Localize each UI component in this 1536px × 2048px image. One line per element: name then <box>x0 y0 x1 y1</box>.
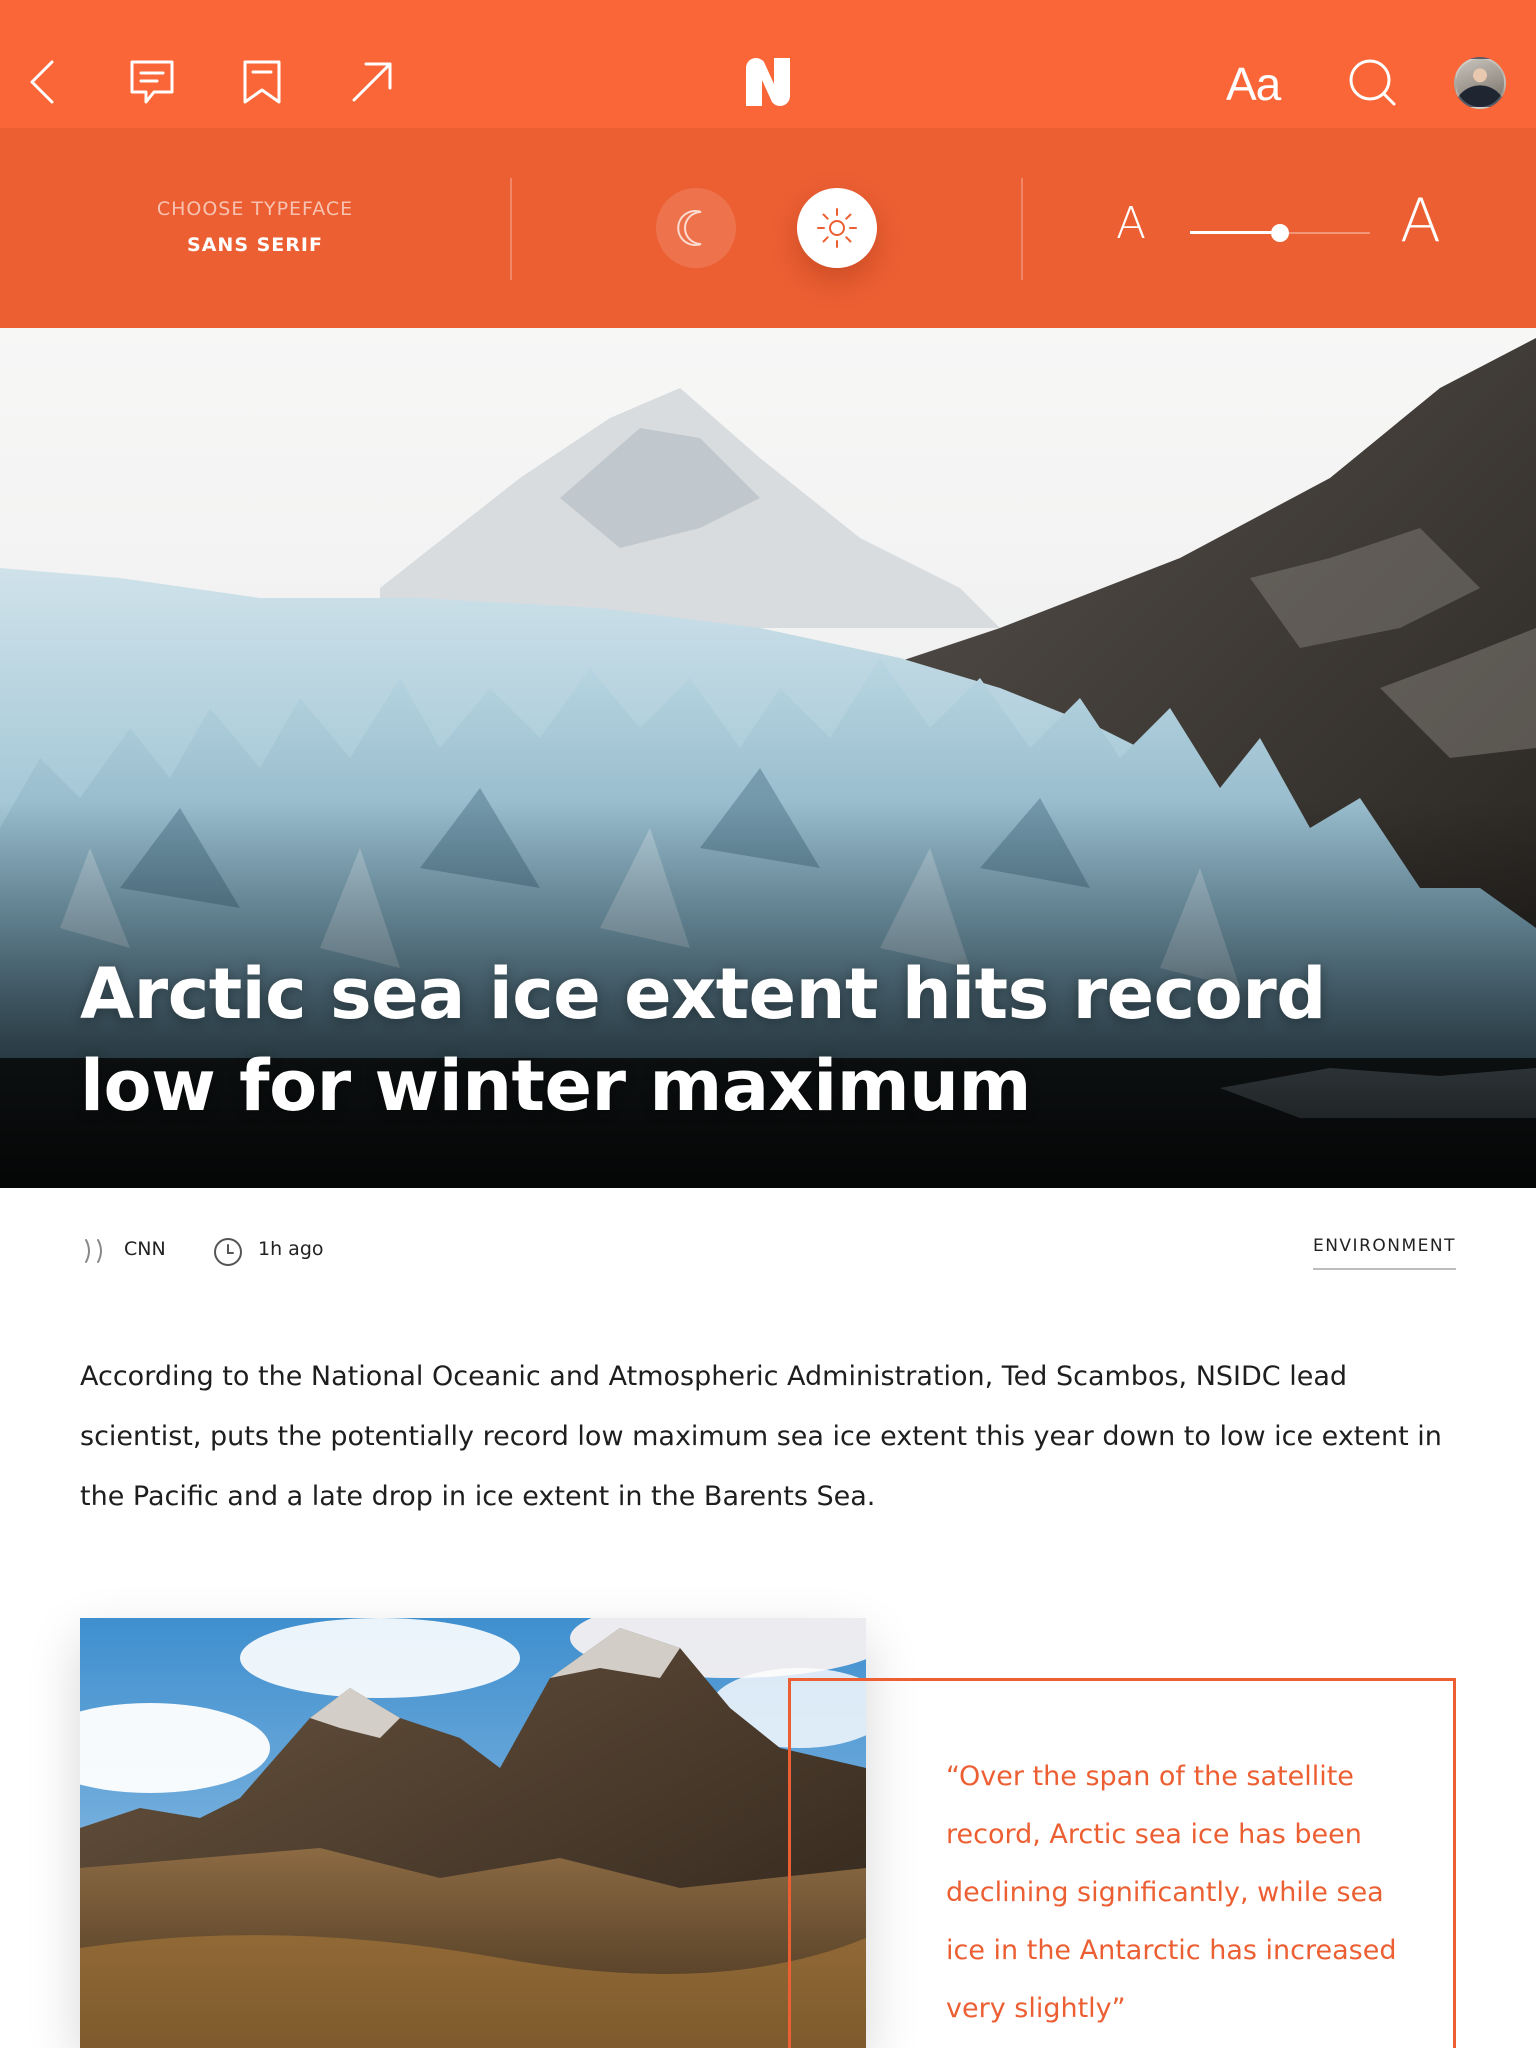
share-button[interactable] <box>334 44 410 120</box>
comment-icon <box>130 60 174 104</box>
slider-thumb[interactable] <box>1271 224 1289 242</box>
typeface-selector[interactable]: SANS SERIF <box>110 234 400 256</box>
font-size-small-label[interactable]: A <box>1116 196 1146 252</box>
search-icon <box>1349 59 1396 106</box>
mountain-photo <box>80 1618 866 2048</box>
article-meta: CNN 1h ago ENVIRONMENT <box>80 1232 1456 1272</box>
bookmark-icon <box>243 60 281 104</box>
hero-image: Arctic sea ice extent hits record low fo… <box>0 328 1536 1188</box>
article-category-tag[interactable]: ENVIRONMENT <box>1312 1236 1456 1270</box>
text-settings-button[interactable]: Aa <box>1226 54 1281 114</box>
inline-photo <box>80 1618 866 2048</box>
chevron-left-icon <box>30 60 54 104</box>
dark-mode-button[interactable] <box>656 188 736 268</box>
font-size-large-label[interactable]: A <box>1400 186 1441 256</box>
typeface-label: CHOOSE TYPEFACE <box>156 198 354 220</box>
source-icon <box>85 1239 102 1263</box>
search-button[interactable] <box>1334 44 1410 120</box>
settings-divider <box>510 178 512 280</box>
moon-icon <box>677 210 702 246</box>
article-body: According to the National Oceanic and At… <box>80 1361 1442 1512</box>
slider-fill <box>1190 231 1280 234</box>
top-navigation-bar: Aa <box>0 0 1536 128</box>
article-time: 1h ago <box>258 1238 324 1260</box>
article-source[interactable]: CNN <box>124 1238 166 1260</box>
reading-settings-panel: CHOOSE TYPEFACE SANS SERIF A A <box>0 128 1536 328</box>
light-mode-button[interactable] <box>797 188 877 268</box>
article-title: Arctic sea ice extent hits record low fo… <box>80 953 1326 1127</box>
back-button[interactable] <box>4 44 80 120</box>
share-arrow-icon <box>352 62 392 102</box>
font-size-slider[interactable] <box>1190 218 1370 248</box>
sun-icon <box>817 208 857 248</box>
user-avatar[interactable] <box>1454 57 1506 109</box>
clock-icon <box>214 1238 242 1266</box>
comments-button[interactable] <box>114 44 190 120</box>
bookmark-button[interactable] <box>224 44 300 120</box>
settings-divider <box>1021 178 1023 280</box>
pull-quote-text: “Over the span of the satellite record, … <box>946 1761 1397 2024</box>
n-logo[interactable] <box>740 54 796 110</box>
